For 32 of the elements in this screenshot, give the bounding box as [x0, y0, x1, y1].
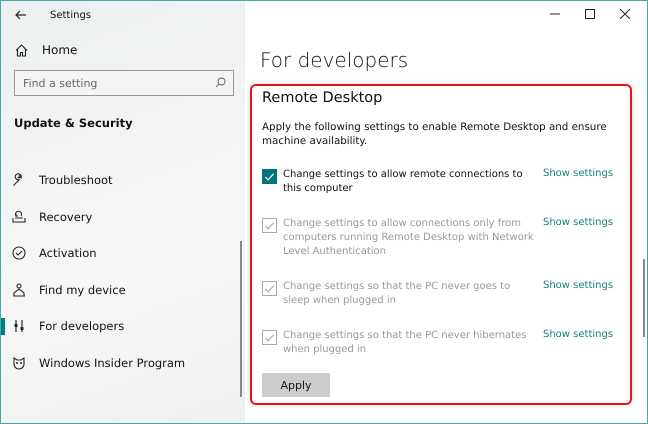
window-title: Settings: [50, 10, 92, 20]
home-icon: [15, 44, 28, 56]
cat-face-icon: [12, 356, 26, 370]
maximize-icon[interactable]: [585, 9, 595, 19]
scrollbar[interactable]: [240, 241, 242, 397]
apply-button[interactable]: Apply: [262, 373, 330, 397]
sidebar-item[interactable]: Troubleshoot: [1, 162, 245, 198]
search-field[interactable]: Find a setting: [14, 70, 234, 96]
check-circle-icon: [12, 246, 26, 260]
section-title: Remote Desktop: [262, 90, 384, 106]
scrollbar[interactable]: [643, 259, 645, 337]
description: Apply the following settings to enable Remote Desktop and ensure machine availability.: [262, 120, 607, 148]
checkbox[interactable]: [262, 169, 277, 184]
close-icon[interactable]: [620, 9, 630, 19]
checkbox-label: Change settings to allow connections only from computers running Remote Desktop with Network Level Authentication: [283, 217, 535, 259]
search-icon: [215, 77, 226, 88]
page-title: For developers: [259, 47, 410, 72]
person-icon: [12, 282, 26, 297]
recovery-icon: [12, 210, 26, 224]
section-heading: Update & Security: [13, 115, 134, 130]
checkbox-label: Change settings so that the PC never hibernates when plugged in: [283, 329, 528, 357]
sidebar-item[interactable]: Find my device: [1, 272, 245, 308]
show-settings-link[interactable]: Show settings: [543, 168, 614, 179]
sliders-icon: [12, 319, 26, 334]
sidebar-item[interactable]: Activation: [1, 235, 245, 272]
checkbox-label: Change settings to allow remote connections to this computer: [283, 168, 524, 196]
checkbox-label: Change settings so that the PC never goes to sleep when plugged in: [283, 280, 512, 308]
home-link[interactable]: Home: [42, 43, 78, 57]
sidebar-item[interactable]: For developers: [1, 308, 245, 344]
sidebar-item[interactable]: Windows Insider Program: [1, 344, 245, 381]
sidebar-item[interactable]: Recovery: [1, 198, 245, 235]
back-arrow-icon[interactable]: [15, 10, 27, 20]
